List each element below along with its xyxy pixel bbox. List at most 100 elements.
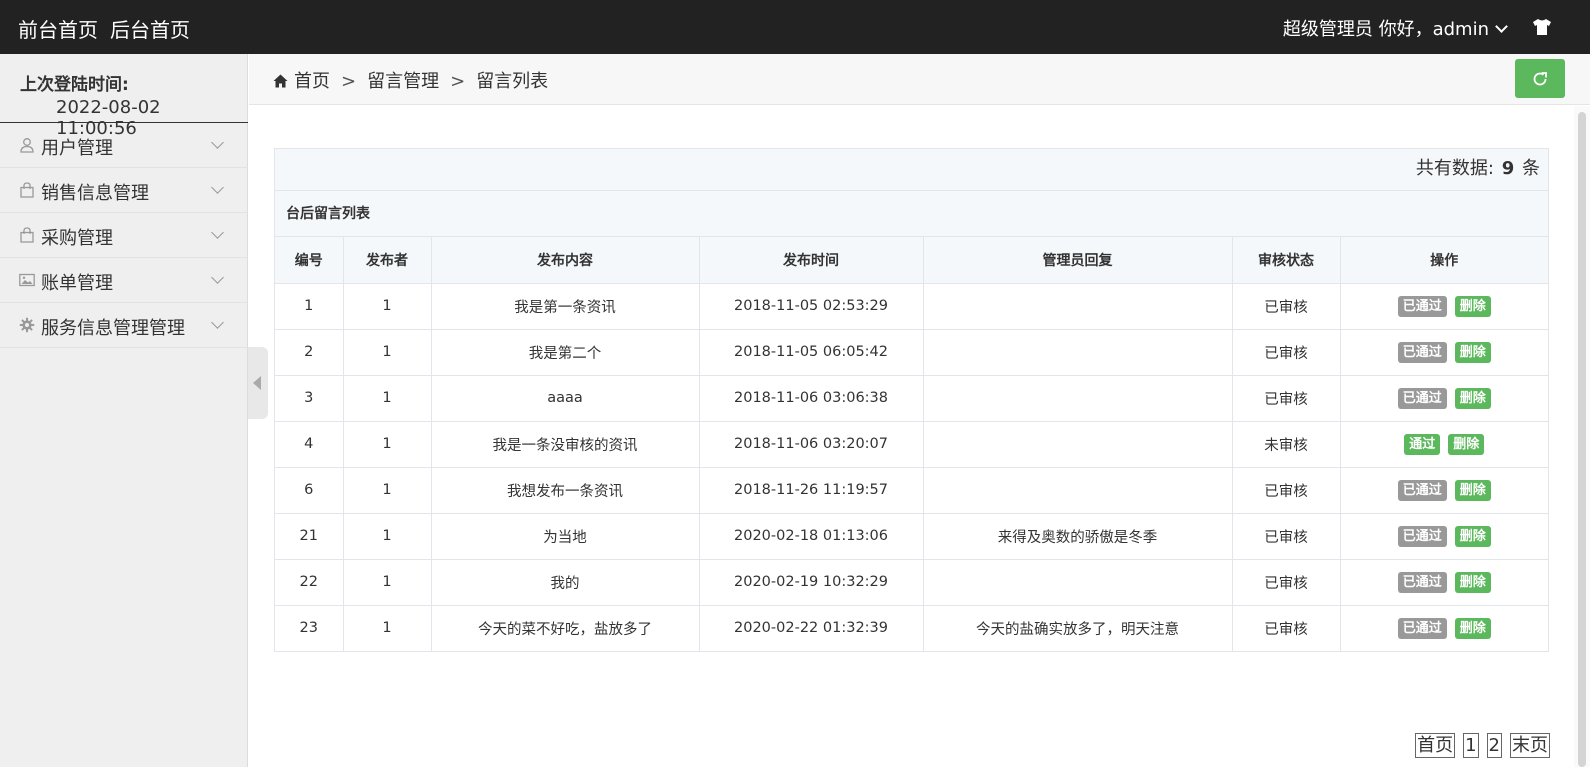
- passed-button[interactable]: 已通过: [1397, 525, 1447, 547]
- delete-button[interactable]: 删除: [1454, 571, 1491, 593]
- page-number-link[interactable]: 1: [1463, 733, 1479, 758]
- front-home-link[interactable]: 前台首页: [18, 14, 98, 43]
- user-icon: [20, 138, 34, 153]
- record-count: 共有数据: 9 条: [275, 149, 1548, 191]
- sidebar-item-purchase[interactable]: 采购管理: [0, 213, 248, 258]
- cell-author: 1: [343, 605, 432, 651]
- chevron-left-icon: [253, 376, 261, 390]
- column-header: 发布者: [343, 237, 432, 284]
- breadcrumb-separator: >: [450, 71, 466, 92]
- passed-button[interactable]: 已通过: [1397, 295, 1447, 317]
- column-header: 管理员回复: [923, 237, 1233, 284]
- table-row: 22 1 我的 2020-02-19 10:32:29 已审核 已通过 删除: [275, 559, 1548, 606]
- tshirt-icon[interactable]: [1532, 18, 1552, 36]
- breadcrumb-bar: 首页 > 留言管理 > 留言列表: [249, 54, 1590, 105]
- cell-author: 1: [343, 513, 432, 560]
- page-first-link[interactable]: 首页: [1415, 733, 1456, 758]
- cell-actions: 已通过 删除: [1340, 467, 1548, 514]
- cell-time: 2018-11-05 06:05:42: [699, 329, 924, 376]
- cell-status: 已审核: [1232, 375, 1341, 422]
- cell-actions: 通过 删除: [1340, 421, 1548, 468]
- sidebar-item-bills[interactable]: 账单管理: [0, 258, 248, 303]
- cell-reply: [923, 467, 1233, 514]
- breadcrumb-message-management[interactable]: 留言管理: [367, 71, 439, 92]
- cell-id: 21: [275, 513, 344, 560]
- delete-button[interactable]: 删除: [1454, 295, 1491, 317]
- scrollbar[interactable]: [1574, 106, 1590, 767]
- passed-button[interactable]: 已通过: [1397, 617, 1447, 639]
- table-row: 6 1 我想发布一条资讯 2018-11-26 11:19:57 已审核 已通过…: [275, 467, 1548, 514]
- delete-button[interactable]: 删除: [1454, 525, 1491, 547]
- passed-button[interactable]: 已通过: [1397, 479, 1447, 501]
- gear-icon: [19, 317, 35, 333]
- cell-id: 3: [275, 375, 344, 422]
- page-last-link[interactable]: 末页: [1510, 733, 1550, 758]
- sidebar-item-label: 账单管理: [41, 273, 113, 294]
- breadcrumb-home[interactable]: 首页: [294, 71, 330, 92]
- cell-author: 1: [343, 559, 432, 606]
- cell-reply: [923, 375, 1233, 422]
- delete-button[interactable]: 删除: [1454, 387, 1491, 409]
- sidebar-item-service-info[interactable]: 服务信息管理管理: [0, 303, 248, 348]
- user-menu[interactable]: 超级管理员 你好，admin: [1283, 15, 1508, 41]
- cell-actions: 已通过 删除: [1340, 605, 1548, 651]
- cell-status: 已审核: [1232, 329, 1341, 376]
- cell-time: 2018-11-06 03:06:38: [699, 375, 924, 422]
- delete-button[interactable]: 删除: [1454, 617, 1491, 639]
- top-navbar: 前台首页 后台首页 超级管理员 你好，admin: [0, 0, 1590, 54]
- refresh-icon: [1533, 72, 1547, 86]
- refresh-button[interactable]: [1515, 59, 1565, 98]
- cell-status: 已审核: [1232, 559, 1341, 606]
- message-list-panel: 共有数据: 9 条 台后留言列表 编号 发布者 发布内容 发布时间 管理员回复 …: [274, 148, 1549, 652]
- column-header: 审核状态: [1232, 237, 1341, 284]
- cell-content: 我想发布一条资讯: [431, 467, 700, 514]
- passed-button[interactable]: 已通过: [1397, 571, 1447, 593]
- bag-icon: [20, 182, 34, 198]
- table-row: 2 1 我是第二个 2018-11-05 06:05:42 已审核 已通过 删除: [275, 329, 1548, 376]
- cell-actions: 已通过 删除: [1340, 375, 1548, 422]
- cell-author: 1: [343, 375, 432, 422]
- passed-button[interactable]: 已通过: [1397, 341, 1447, 363]
- back-home-link[interactable]: 后台首页: [110, 14, 190, 43]
- table-row: 1 1 我是第一条资讯 2018-11-05 02:53:29 已审核 已通过删…: [275, 283, 1548, 330]
- chevron-down-icon: [1495, 20, 1508, 33]
- last-login-label: 上次登陆时间:: [20, 75, 129, 95]
- cell-status: 已审核: [1232, 605, 1341, 651]
- cell-content: 我是第二个: [431, 329, 700, 376]
- sidebar-item-label: 销售信息管理: [41, 183, 149, 204]
- sidebar-item-label: 采购管理: [41, 228, 113, 249]
- chevron-down-icon: [211, 181, 224, 194]
- cell-reply: [923, 329, 1233, 376]
- chevron-down-icon: [211, 316, 224, 329]
- message-table: 编号 发布者 发布内容 发布时间 管理员回复 审核状态 操作 1 1 我是第一条…: [275, 237, 1548, 651]
- cell-actions: 已通过 删除: [1340, 329, 1548, 376]
- column-header: 发布内容: [431, 237, 700, 284]
- delete-button[interactable]: 删除: [1454, 341, 1491, 363]
- delete-button[interactable]: 删除: [1448, 433, 1485, 455]
- cell-id: 23: [275, 605, 344, 651]
- approve-button[interactable]: 通过: [1404, 433, 1441, 455]
- cell-time: 2020-02-19 10:32:29: [699, 559, 924, 606]
- cell-id: 22: [275, 559, 344, 606]
- passed-button[interactable]: 已通过: [1397, 387, 1447, 409]
- cell-status: 已审核: [1232, 467, 1341, 514]
- sidebar-item-sales-info[interactable]: 销售信息管理: [0, 168, 248, 213]
- sidebar-item-user-management[interactable]: 用户管理: [0, 123, 248, 168]
- column-header: 编号: [275, 237, 344, 284]
- home-icon: [273, 74, 288, 88]
- cell-id: 6: [275, 467, 344, 514]
- delete-button[interactable]: 删除: [1454, 479, 1491, 501]
- cell-content: 我是第一条资讯: [431, 283, 700, 330]
- cell-author: 1: [343, 283, 432, 330]
- page-number-link[interactable]: 2: [1486, 733, 1502, 758]
- sidebar-collapse-handle[interactable]: [248, 347, 268, 419]
- breadcrumb-separator: >: [341, 71, 357, 92]
- chevron-down-icon: [211, 226, 224, 239]
- breadcrumb: 首页 > 留言管理 > 留言列表: [273, 67, 548, 93]
- cell-time: 2018-11-06 03:20:07: [699, 421, 924, 468]
- scrollbar-thumb[interactable]: [1578, 112, 1586, 767]
- table-row: 21 1 为当地 2020-02-18 01:13:06 来得及奥数的骄傲是冬季…: [275, 513, 1548, 560]
- cell-reply: [923, 421, 1233, 468]
- cell-reply: 今天的盐确实放多了，明天注意: [923, 605, 1233, 651]
- cell-time: 2020-02-22 01:32:39: [699, 605, 924, 651]
